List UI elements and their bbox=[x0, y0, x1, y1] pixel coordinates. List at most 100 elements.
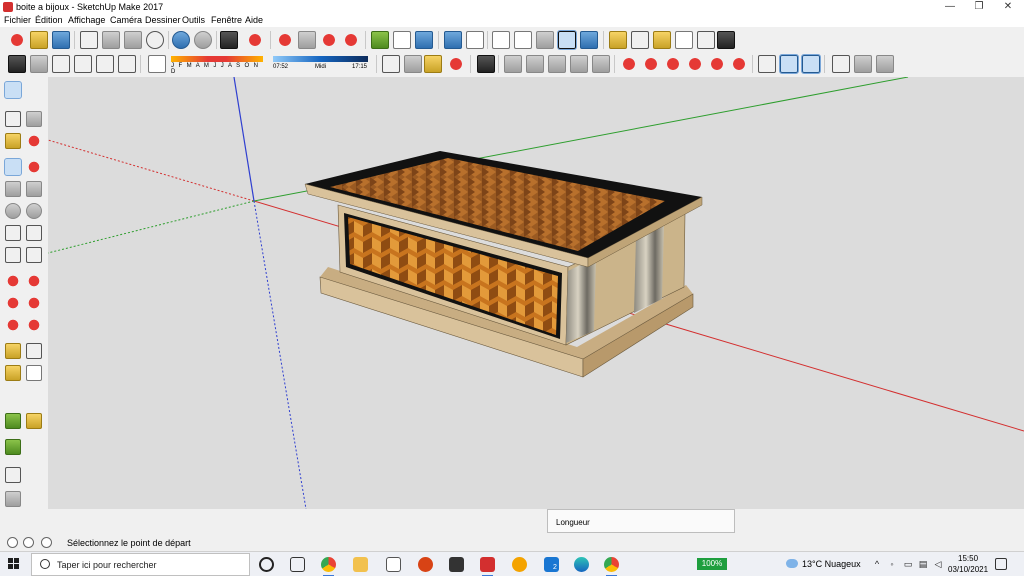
shadows-toggle-icon[interactable] bbox=[148, 55, 166, 73]
orbit-icon[interactable] bbox=[758, 55, 776, 73]
circle-icon[interactable] bbox=[5, 203, 21, 219]
text-icon[interactable] bbox=[675, 31, 693, 49]
left-view-icon[interactable] bbox=[118, 55, 136, 73]
menu-affichage[interactable]: Affichage bbox=[68, 15, 105, 25]
maximize-button[interactable]: ❐ bbox=[964, 0, 994, 14]
select-arrow-icon[interactable] bbox=[382, 55, 400, 73]
notifications-icon[interactable] bbox=[995, 558, 1007, 570]
minimize-button[interactable]: — bbox=[935, 0, 965, 14]
scale-icon[interactable] bbox=[708, 55, 726, 73]
rotate-icon[interactable] bbox=[5, 295, 21, 311]
arc-icon[interactable] bbox=[5, 225, 21, 241]
move-icon[interactable] bbox=[620, 55, 638, 73]
pushpull-icon[interactable] bbox=[26, 273, 42, 289]
look-around-icon[interactable] bbox=[854, 55, 872, 73]
print-icon[interactable] bbox=[220, 31, 238, 49]
followme-icon[interactable] bbox=[686, 55, 704, 73]
3d-warehouse-icon[interactable] bbox=[276, 31, 294, 49]
menu-outils[interactable]: Outils bbox=[182, 15, 205, 25]
eraser-icon[interactable] bbox=[447, 55, 465, 73]
sketchup-taskbar-icon[interactable] bbox=[480, 557, 495, 576]
trim-icon[interactable] bbox=[592, 55, 610, 73]
xray-icon[interactable] bbox=[444, 31, 462, 49]
sandbox-icon[interactable] bbox=[477, 55, 495, 73]
menu-dessiner[interactable]: Dessiner bbox=[145, 15, 181, 25]
shadow-date-slider[interactable] bbox=[171, 56, 263, 62]
intersect-icon[interactable] bbox=[526, 55, 544, 73]
iso-view-icon[interactable] bbox=[8, 55, 26, 73]
hidden-line-icon[interactable] bbox=[514, 31, 532, 49]
offset-icon[interactable] bbox=[26, 317, 42, 333]
pushpull-icon[interactable] bbox=[642, 55, 660, 73]
model-canvas[interactable] bbox=[48, 77, 1024, 509]
task-view-icon[interactable] bbox=[290, 557, 305, 572]
back-view-icon[interactable] bbox=[96, 55, 114, 73]
weather-text[interactable]: 13°C Nuageux bbox=[802, 559, 861, 569]
dimension-icon[interactable] bbox=[26, 343, 42, 359]
layout-icon[interactable] bbox=[371, 31, 389, 49]
file-explorer-icon[interactable] bbox=[353, 557, 368, 572]
tape-measure-icon[interactable] bbox=[609, 31, 627, 49]
outer-shell-icon[interactable] bbox=[504, 55, 522, 73]
paint-bucket-icon[interactable] bbox=[424, 55, 442, 73]
copy-icon[interactable] bbox=[102, 31, 120, 49]
erase-icon[interactable] bbox=[146, 31, 164, 49]
extension-warehouse-icon[interactable] bbox=[342, 31, 360, 49]
protractor-icon[interactable] bbox=[653, 31, 671, 49]
section-icon[interactable] bbox=[876, 55, 894, 73]
tape-icon[interactable] bbox=[5, 343, 21, 359]
battery-tray-icon[interactable]: ▭ bbox=[903, 559, 913, 569]
move-icon[interactable] bbox=[5, 273, 21, 289]
followme-icon[interactable] bbox=[26, 295, 42, 311]
wireframe-icon[interactable] bbox=[492, 31, 510, 49]
clock-time[interactable]: 15:50 bbox=[958, 554, 978, 563]
right-view-icon[interactable] bbox=[74, 55, 92, 73]
mail-icon[interactable]: 2 bbox=[544, 557, 559, 572]
scenes-icon[interactable] bbox=[393, 31, 411, 49]
modeling-viewport[interactable] bbox=[48, 77, 1024, 509]
pencil-icon[interactable] bbox=[4, 81, 22, 99]
zoom-icon[interactable] bbox=[801, 54, 821, 74]
offset-icon[interactable] bbox=[730, 55, 748, 73]
taskbar-search-box[interactable]: Taper ici pour rechercher bbox=[31, 553, 250, 576]
geolocation-icon[interactable] bbox=[7, 537, 18, 548]
menu-camera[interactable]: Caméra bbox=[110, 15, 142, 25]
redo-icon[interactable] bbox=[194, 31, 212, 49]
jewelry-box-model[interactable] bbox=[304, 151, 703, 378]
eraser-icon[interactable] bbox=[26, 133, 42, 149]
edge-icon[interactable] bbox=[574, 557, 589, 572]
save-icon[interactable] bbox=[52, 31, 70, 49]
menu-fichier[interactable]: Fichier bbox=[4, 15, 31, 25]
3pt-arc-icon[interactable] bbox=[5, 247, 21, 263]
union-icon[interactable] bbox=[548, 55, 566, 73]
chrome-profile-icon[interactable] bbox=[604, 557, 619, 576]
walk-icon[interactable] bbox=[5, 467, 21, 483]
start-windows-icon[interactable] bbox=[8, 558, 20, 570]
paste-icon[interactable] bbox=[124, 31, 142, 49]
shadow-time-slider[interactable] bbox=[273, 56, 368, 62]
volume-icon[interactable]: ◁ bbox=[933, 559, 943, 569]
monochrome-icon[interactable] bbox=[580, 31, 598, 49]
chrome-icon[interactable] bbox=[321, 557, 336, 576]
rotated-rect-icon[interactable] bbox=[26, 181, 42, 197]
protractor-icon[interactable] bbox=[5, 365, 21, 381]
measurements-box[interactable]: Longueur bbox=[547, 509, 735, 533]
cortana-icon[interactable] bbox=[259, 557, 274, 572]
menu-fenetre[interactable]: Fenêtre bbox=[211, 15, 242, 25]
text-icon[interactable] bbox=[26, 365, 42, 381]
chevron-up-icon[interactable]: ^ bbox=[872, 559, 882, 569]
dimension-icon[interactable] bbox=[631, 31, 649, 49]
close-button[interactable]: ✕ bbox=[993, 0, 1023, 14]
network-icon[interactable]: ▤ bbox=[918, 559, 928, 569]
open-icon[interactable] bbox=[30, 31, 48, 49]
scale-icon[interactable] bbox=[5, 317, 21, 333]
axes-icon[interactable] bbox=[697, 31, 715, 49]
pan-hand-icon[interactable] bbox=[26, 413, 42, 429]
2pt-arc-icon[interactable] bbox=[26, 225, 42, 241]
credits-icon[interactable] bbox=[23, 537, 34, 548]
new-file-icon[interactable] bbox=[8, 31, 26, 49]
pie-icon[interactable] bbox=[26, 247, 42, 263]
help-icon[interactable] bbox=[41, 537, 52, 548]
home-front-view-icon[interactable] bbox=[52, 55, 70, 73]
browser-icon[interactable] bbox=[512, 557, 527, 572]
